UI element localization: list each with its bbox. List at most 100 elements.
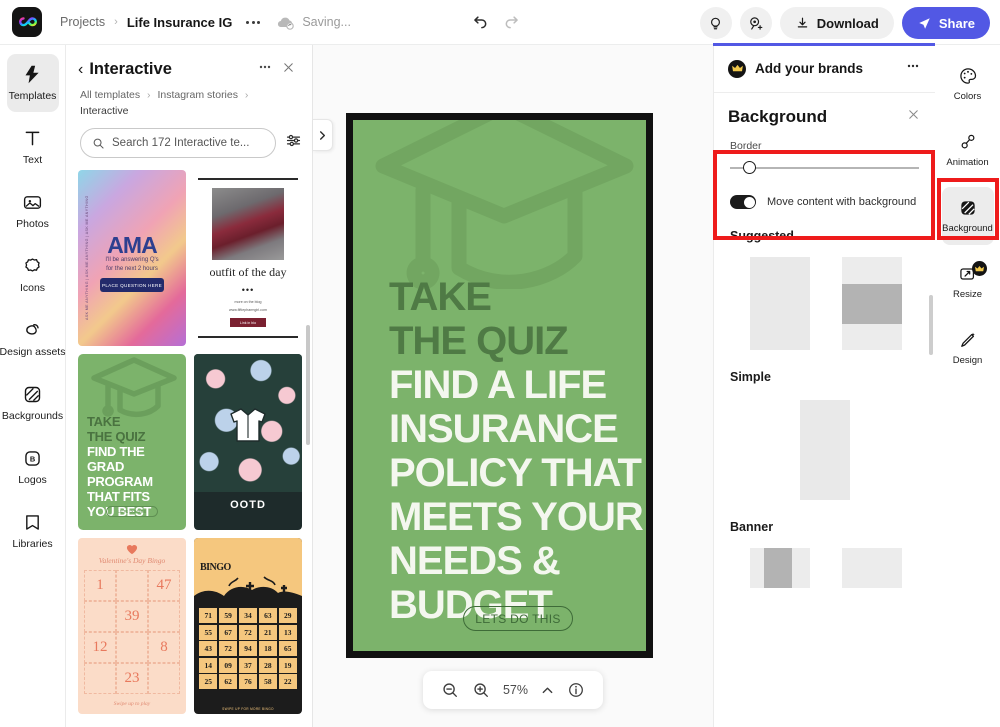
template-card-ama[interactable]: ASK ME ANYTHING | ASK ME ANYTHING | ASK … xyxy=(78,170,186,346)
icons-icon xyxy=(25,258,40,272)
template-panel-scrollbar[interactable] xyxy=(306,325,310,445)
bingo-cell: 58 xyxy=(258,674,278,689)
zoom-level-label[interactable]: 57% xyxy=(503,683,528,697)
info-icon xyxy=(568,683,583,697)
close-icon[interactable] xyxy=(906,107,921,127)
breadcrumb-all-templates[interactable]: All templates xyxy=(80,89,140,101)
graveyard-icon xyxy=(194,576,302,602)
section-heading-suggested: Suggested xyxy=(730,229,794,243)
rail-item-design[interactable]: Design xyxy=(942,319,994,377)
search-placeholder: Search 172 Interactive te... xyxy=(112,137,250,149)
rail-item-animation[interactable]: Animation xyxy=(942,121,994,179)
brands-more-icon[interactable] xyxy=(905,58,921,79)
close-icon[interactable] xyxy=(277,60,300,80)
collapse-panel-button[interactable] xyxy=(313,119,333,151)
sidebar-item-templates[interactable]: Templates xyxy=(6,54,59,112)
right-tool-rail: Colors Animation Background Resize Desig… xyxy=(935,45,1000,727)
ama-subtitle: I'll be answering Q's for the next 2 hou… xyxy=(78,256,186,274)
grad-white-4: THAT FITS xyxy=(87,489,150,504)
template-card-ootd-floral[interactable]: OOTD xyxy=(194,354,302,530)
valentines-cell: 12 xyxy=(84,632,116,663)
headline-white-4: MEETS YOUR xyxy=(389,495,644,539)
undo-icon[interactable] xyxy=(470,11,489,30)
document-title[interactable]: Life Insurance IG xyxy=(127,15,232,30)
filter-icon[interactable] xyxy=(285,132,302,154)
breadcrumb-sep-2: › xyxy=(244,89,249,101)
zoom-out-button[interactable] xyxy=(441,681,459,699)
sidebar-label-libraries: Libraries xyxy=(12,538,53,550)
bingo-cell: 19 xyxy=(278,657,297,673)
template-card-halloween-bingo[interactable]: BINGO 71 59 34 63 29 55 67 72 21 13 43 7… xyxy=(194,538,302,714)
sidebar-item-libraries[interactable]: Libraries xyxy=(7,502,59,560)
adobe-express-logo[interactable] xyxy=(12,7,42,37)
breadcrumb-projects[interactable]: Projects xyxy=(60,15,105,29)
artboard[interactable]: TAKE THE QUIZ FIND A LIFE INSURANCE POLI… xyxy=(346,113,653,658)
sidebar-label-text: Text xyxy=(22,154,43,166)
sidebar-item-design-assets[interactable]: Design assets xyxy=(0,310,65,368)
download-button[interactable]: Download xyxy=(779,7,894,39)
bingo-cell: 55 xyxy=(199,624,218,640)
sidebar-item-icons[interactable]: Icons xyxy=(7,246,59,304)
sidebar-item-photos[interactable]: Photos xyxy=(7,182,59,240)
breadcrumb: Projects › Life Insurance IG xyxy=(60,15,232,30)
valentines-cell xyxy=(116,570,148,601)
chevron-left-icon[interactable]: ‹ xyxy=(78,61,83,79)
border-control: Border xyxy=(714,127,935,175)
sidebar-item-text[interactable]: Text xyxy=(7,118,59,176)
panel-accent-bar xyxy=(713,43,935,46)
headline-white-2: INSURANCE xyxy=(389,407,619,451)
add-your-brands-label: Add your brands xyxy=(755,61,864,76)
bingo-cell: 71 xyxy=(199,608,218,623)
valentines-cell: 47 xyxy=(148,570,180,601)
redo-icon[interactable] xyxy=(503,11,522,30)
grad-cta: LETS DO THIS xyxy=(106,506,158,517)
share-button[interactable]: Share xyxy=(901,7,990,39)
valentines-cell: 39 xyxy=(116,601,148,632)
move-content-row[interactable]: Move content with background xyxy=(714,175,935,209)
template-panel-more-icon[interactable] xyxy=(253,59,277,80)
suggested-thumb-1[interactable] xyxy=(750,257,810,350)
search-input[interactable]: Search 172 Interactive te... xyxy=(80,128,276,158)
ideas-button[interactable] xyxy=(699,7,732,39)
more-options-icon[interactable] xyxy=(246,20,261,24)
rail-item-colors[interactable]: Colors xyxy=(942,55,994,113)
shirt-icon xyxy=(230,408,266,442)
invite-collaborator-button[interactable] xyxy=(739,7,772,39)
valentines-grid: 1 47 39 12 8 23 xyxy=(84,570,180,694)
zoom-in-button[interactable] xyxy=(472,681,490,699)
canvas-area[interactable]: TAKE THE QUIZ FIND A LIFE INSURANCE POLI… xyxy=(313,45,713,727)
banner-thumb-2[interactable] xyxy=(842,548,902,588)
info-button[interactable] xyxy=(567,681,585,699)
rail-item-background[interactable]: Background xyxy=(941,187,994,245)
move-content-toggle[interactable] xyxy=(730,195,756,209)
sidebar-label-logos: Logos xyxy=(18,474,47,486)
template-card-grad-quiz[interactable]: TAKE THE QUIZ FIND THE GRAD PROGRAM THAT… xyxy=(78,354,186,530)
border-slider[interactable] xyxy=(730,161,919,175)
template-card-outfit-of-the-day[interactable]: outfit of the day ••• more on the blog w… xyxy=(194,170,302,346)
add-your-brands-row[interactable]: Add your brands xyxy=(714,45,935,93)
sidebar-item-backgrounds[interactable]: Backgrounds xyxy=(2,374,63,432)
suggested-thumb-2[interactable] xyxy=(842,257,902,350)
download-label: Download xyxy=(816,15,879,31)
template-panel: ‹ Interactive All templates › Instagram … xyxy=(66,45,313,727)
grad-white-2: GRAD xyxy=(87,459,125,474)
sidebar-item-logos[interactable]: B Logos xyxy=(7,438,59,496)
bingo-cell: 34 xyxy=(238,608,258,623)
template-card-valentines-bingo[interactable]: Valentine's Day Bingo 1 47 39 12 8 23 Sw… xyxy=(78,538,186,714)
sidebar-label-design-assets: Design assets xyxy=(0,346,66,358)
ootd-line-2: www.fiftiepharmgirl.com xyxy=(229,308,267,312)
border-slider-handle[interactable] xyxy=(743,161,756,174)
undo-redo-group xyxy=(470,11,522,30)
rail-item-resize[interactable]: Resize xyxy=(942,253,994,311)
template-panel-title: Interactive xyxy=(89,60,172,78)
banner-thumb-1[interactable] xyxy=(750,548,810,588)
right-panel-scrollbar[interactable] xyxy=(929,295,933,355)
bingo-cell: 72 xyxy=(218,641,238,656)
zoom-menu-button[interactable] xyxy=(541,684,554,697)
background-icon xyxy=(960,201,975,215)
bingo-cell: 29 xyxy=(278,608,297,623)
artboard-cta-button[interactable]: LETS DO THIS xyxy=(463,606,573,631)
breadcrumb-instagram-stories[interactable]: Instagram stories xyxy=(157,89,238,101)
simple-thumb-1[interactable] xyxy=(799,400,850,500)
simple-thumbnails xyxy=(714,384,935,500)
